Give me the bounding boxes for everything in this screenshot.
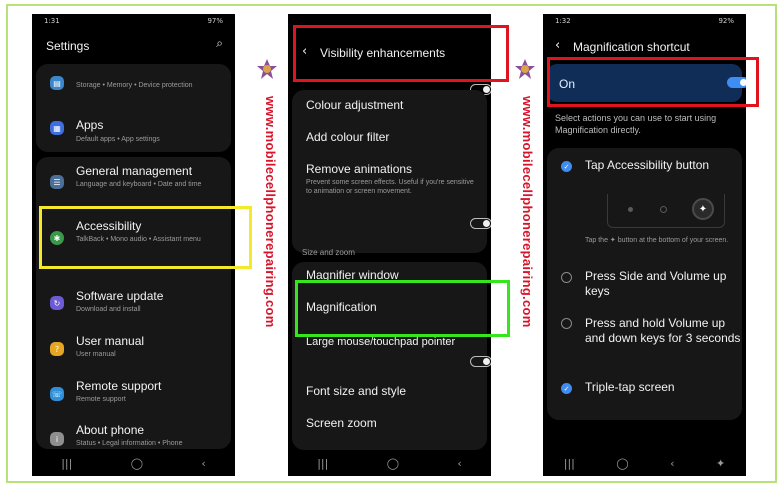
navigation-bar: ||| ◯ ‹ <box>32 450 235 476</box>
software-update-icon: ↻ <box>50 296 64 310</box>
tap-hint-text: Tap the ✦ button at the bottom of your s… <box>585 237 729 244</box>
navbar-illustration: ✦ <box>607 194 725 228</box>
recents-button[interactable]: ||| <box>61 457 72 470</box>
status-bar: 1:32 92% <box>543 14 746 28</box>
option-radio-unchecked[interactable] <box>561 272 572 283</box>
illustration-dot-icon <box>628 207 633 212</box>
option-press-side-volume-up[interactable]: Press Side and Volume up keys <box>585 269 745 299</box>
highlight-visibility-header <box>293 25 509 82</box>
storage-icon: ▤ <box>50 76 64 90</box>
status-battery: 92% <box>718 17 734 25</box>
large-pointer-toggle[interactable] <box>470 356 491 367</box>
option-press-hold-volume[interactable]: Press and hold Volume up and down keys f… <box>585 316 745 346</box>
page-title: Settings <box>46 39 90 53</box>
settings-item-subtitle: Status • Legal information • Phone <box>76 440 183 447</box>
colour-adjustment-item[interactable]: Colour adjustment <box>306 98 403 112</box>
watermark-text: www.mobilecellphonerepairing.com <box>520 96 535 328</box>
settings-item-title: Software update <box>76 289 164 303</box>
remove-animations-toggle[interactable] <box>470 218 491 229</box>
general-management-icon: ☰ <box>50 175 64 189</box>
option-radio-checked[interactable]: ✓ <box>561 383 572 394</box>
page-title: Magnification shortcut <box>573 40 690 54</box>
remove-animations-item[interactable]: Remove animations <box>306 162 412 176</box>
back-button[interactable]: ‹ <box>201 457 205 470</box>
settings-item-subtitle: Download and install <box>76 306 141 313</box>
add-colour-filter-item[interactable]: Add colour filter <box>306 130 389 144</box>
font-size-item[interactable]: Font size and style <box>306 384 406 398</box>
settings-item-storage[interactable]: ▤ Storage • Memory • Device protection <box>36 64 231 108</box>
home-button[interactable]: ◯ <box>131 457 143 470</box>
accessibility-button-icon: ✦ <box>692 198 714 220</box>
settings-item-general-management[interactable]: ☰ General management Language and keyboa… <box>36 157 231 201</box>
shortcut-options-card: ✓ Tap Accessibility button ✦ Tap the ✦ b… <box>547 148 742 420</box>
shortcut-description: Select actions you can use to start usin… <box>555 113 717 135</box>
highlight-magnification <box>295 280 510 337</box>
option-radio-unchecked[interactable] <box>561 318 572 329</box>
settings-item-title: About phone <box>76 423 145 437</box>
option-tap-accessibility-button[interactable]: Tap Accessibility button <box>585 158 745 173</box>
phone-visibility-enhancements: ‹ Visibility enhancements Colour adjustm… <box>288 14 491 476</box>
settings-card-2: ☰ General management Language and keyboa… <box>36 157 231 449</box>
highlight-on-switch <box>547 57 759 107</box>
home-button[interactable]: ◯ <box>616 457 628 470</box>
back-button[interactable]: ‹ <box>670 457 674 470</box>
home-button[interactable]: ◯ <box>387 457 399 470</box>
visibility-card-1: Colour adjustment Add colour filter Remo… <box>292 90 491 253</box>
status-bar: 1:31 97% <box>32 14 235 28</box>
navigation-bar: ||| ◯ ‹ ✦ <box>543 450 746 476</box>
illustration-home-icon <box>660 206 667 213</box>
site-logo-icon <box>257 59 277 79</box>
settings-item-subtitle: User manual <box>76 351 116 358</box>
settings-item-apps[interactable]: ▦ Apps Default apps • App settings <box>36 106 231 150</box>
search-icon[interactable]: ⌕ <box>216 36 223 51</box>
settings-item-software-update[interactable]: ↻ Software update Download and install <box>36 285 231 329</box>
settings-item-subtitle: Storage • Memory • Device protection <box>76 82 193 89</box>
settings-item-subtitle: Default apps • App settings <box>76 136 160 143</box>
accessibility-nav-icon[interactable]: ✦ <box>716 457 725 470</box>
settings-item-remote-support[interactable]: ☏ Remote support Remote support <box>36 375 231 419</box>
settings-item-title: User manual <box>76 334 145 348</box>
remote-support-icon: ☏ <box>50 387 64 401</box>
remove-animations-description: Prevent some screen effects. Useful if y… <box>306 179 474 195</box>
recents-button[interactable]: ||| <box>564 457 575 470</box>
highlight-accessibility <box>39 206 252 269</box>
site-logo-icon <box>515 59 535 79</box>
large-pointer-item[interactable]: Large mouse/touchpad pointer <box>306 336 455 348</box>
settings-card-1: ▤ Storage • Memory • Device protection ▦… <box>36 64 231 152</box>
back-button[interactable]: ‹ <box>457 457 461 470</box>
status-battery: 97% <box>207 17 223 25</box>
section-header: Size and zoom <box>302 248 355 257</box>
settings-item-subtitle: Remote support <box>76 396 126 403</box>
navigation-bar: ||| ◯ ‹ <box>288 450 491 476</box>
status-time: 1:32 <box>555 17 571 25</box>
settings-item-title: Apps <box>76 118 104 132</box>
screen-zoom-item[interactable]: Screen zoom <box>306 416 377 430</box>
settings-item-title: General management <box>76 164 193 178</box>
settings-item-subtitle: Language and keyboard • Date and time <box>76 181 202 188</box>
option-triple-tap-screen[interactable]: Triple-tap screen <box>585 380 745 395</box>
settings-item-user-manual[interactable]: ? User manual User manual <box>36 331 231 375</box>
recents-button[interactable]: ||| <box>317 457 328 470</box>
about-phone-icon: i <box>50 432 64 446</box>
option-radio-checked[interactable]: ✓ <box>561 161 572 172</box>
user-manual-icon: ? <box>50 342 64 356</box>
status-time: 1:31 <box>44 17 60 25</box>
apps-icon: ▦ <box>50 121 64 135</box>
settings-item-title: Remote support <box>76 379 162 393</box>
back-arrow-icon[interactable]: ‹ <box>555 38 560 53</box>
watermark-text: www.mobilecellphonerepairing.com <box>263 96 278 328</box>
